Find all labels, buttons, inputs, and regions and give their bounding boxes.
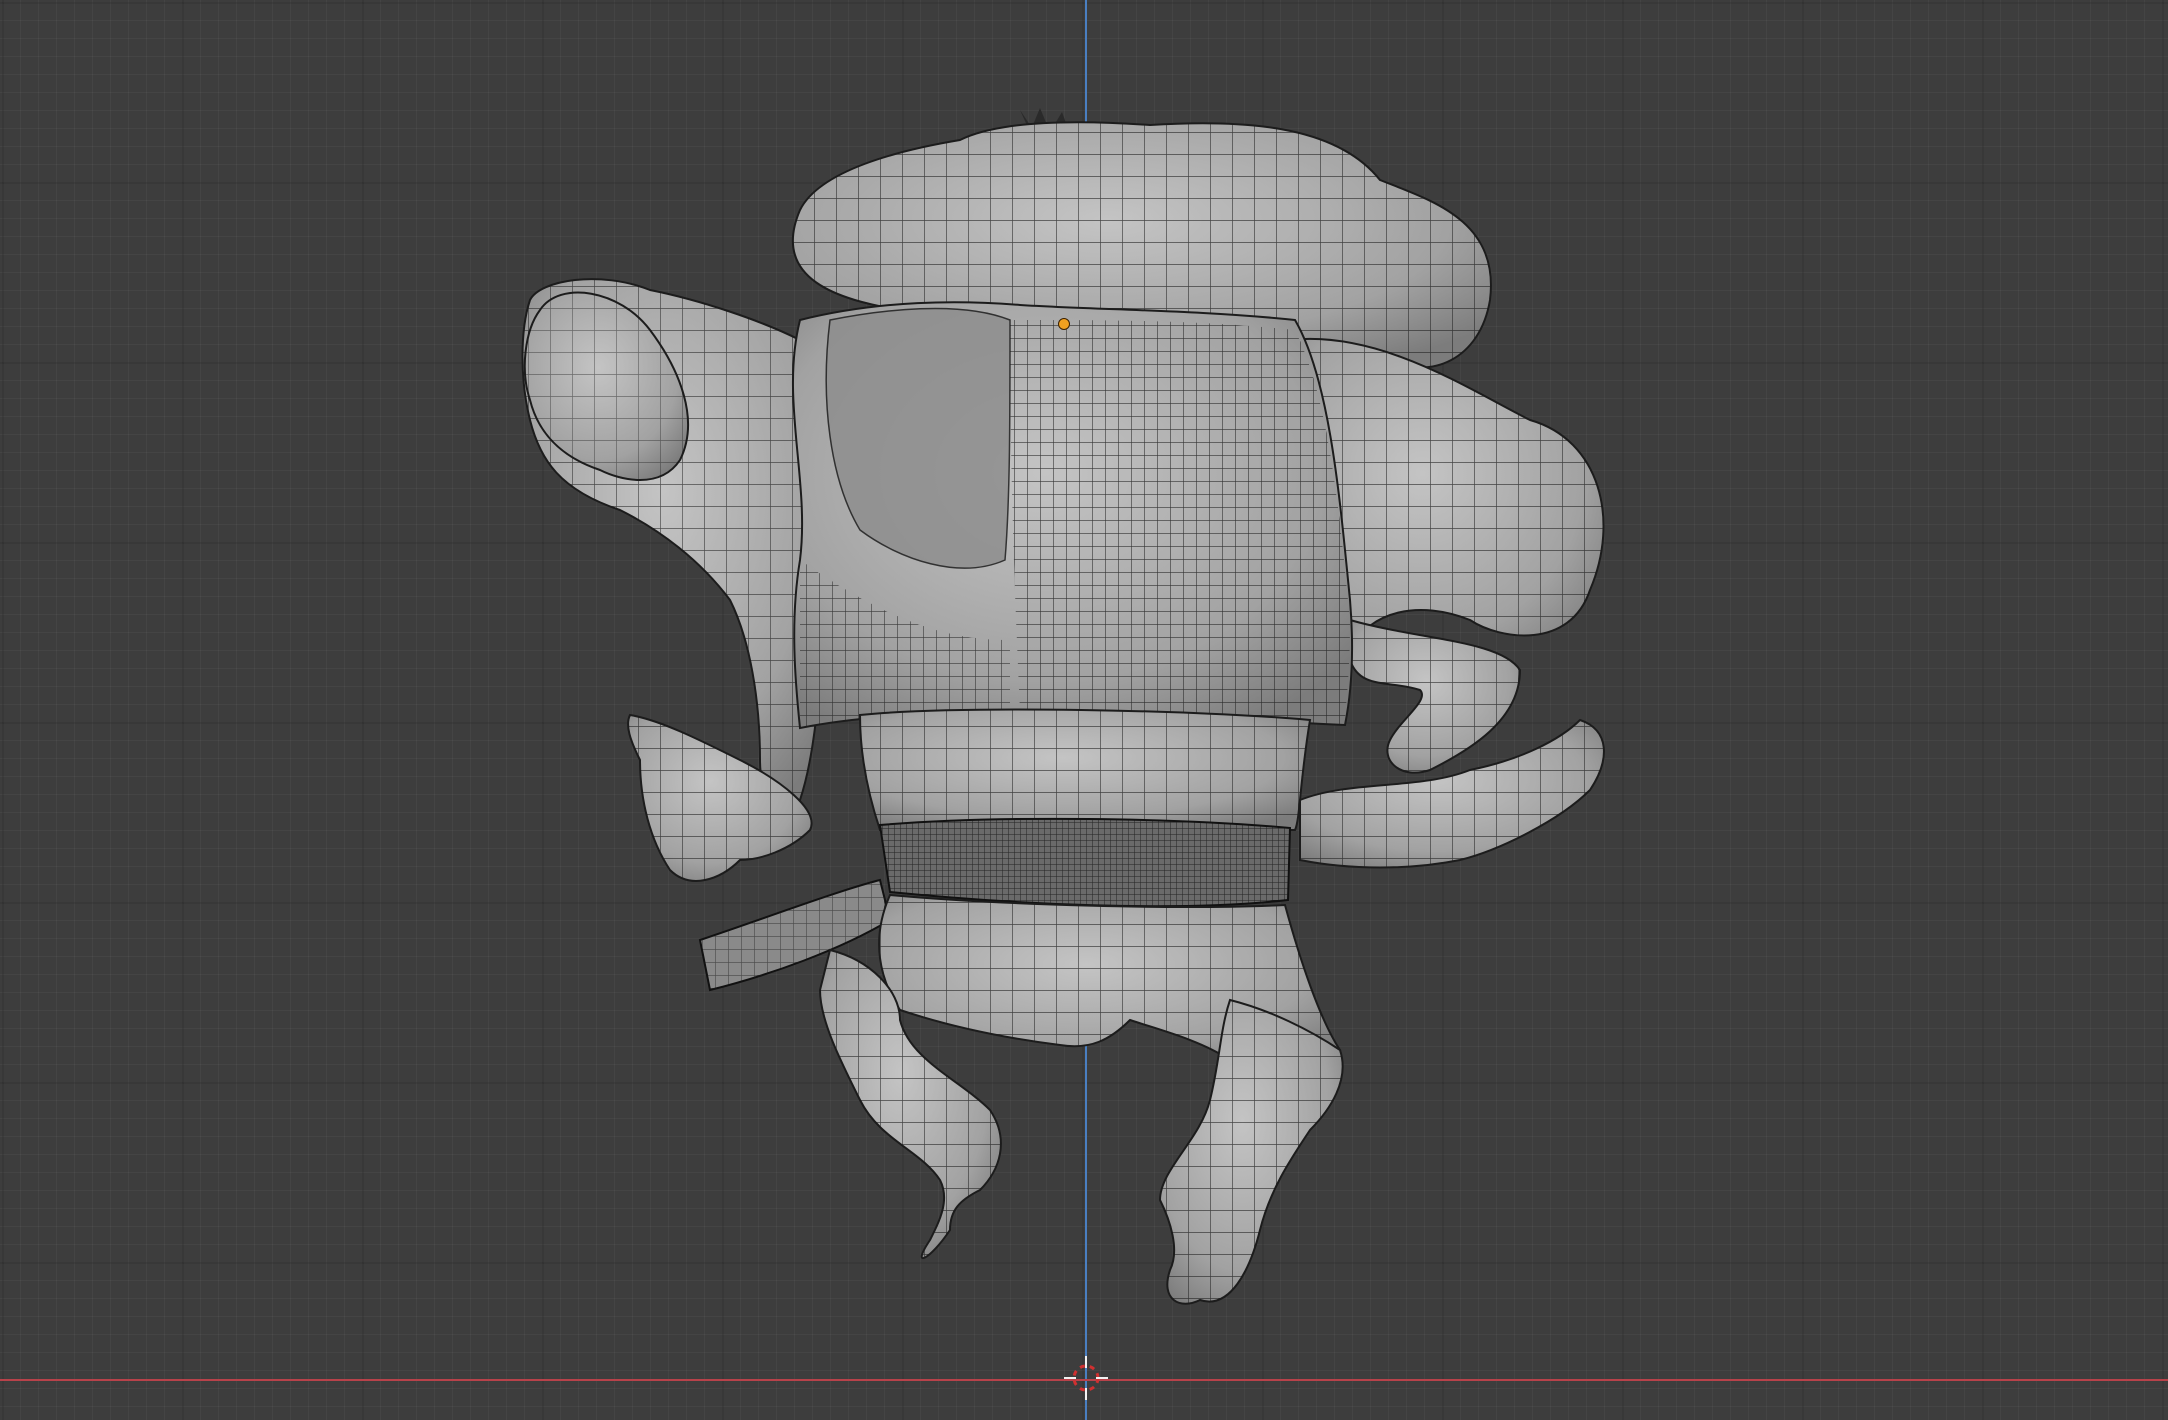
3d-cursor-icon[interactable] bbox=[1062, 1354, 1110, 1402]
character-mesh[interactable] bbox=[0, 0, 2168, 1420]
3d-viewport[interactable] bbox=[0, 0, 2168, 1420]
torso-vest-mesh bbox=[791, 301, 1354, 730]
stomach-mesh bbox=[858, 708, 1312, 831]
right-leg-mesh bbox=[1158, 998, 1344, 1305]
object-origin-icon[interactable] bbox=[1058, 318, 1070, 330]
